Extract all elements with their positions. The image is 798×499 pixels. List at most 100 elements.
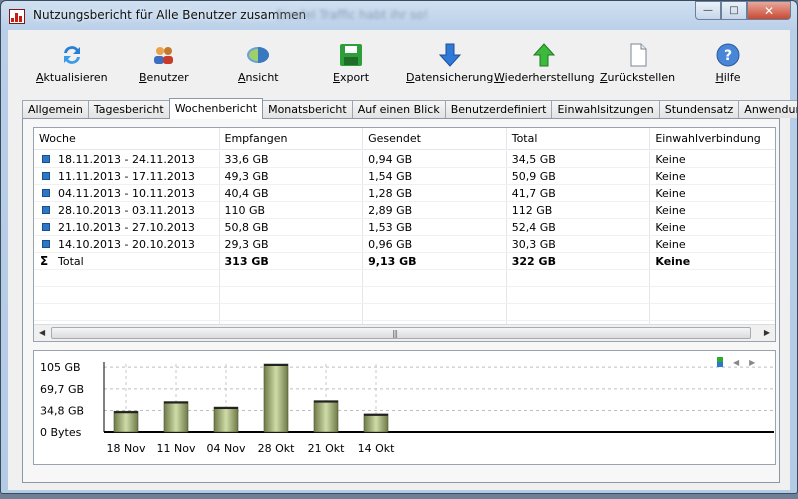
y-tick-label: 0 Bytes [40, 426, 82, 439]
tab-einwahlsitzungen[interactable]: Einwahlsitzungen [551, 100, 660, 118]
scroll-left-icon[interactable]: ◀ [39, 328, 45, 337]
table-row[interactable]: 28.10.2013 - 03.11.2013 110 GB 2,89 GB 1… [34, 202, 775, 219]
empty-row [34, 287, 775, 304]
cell-total-label: Total [58, 255, 84, 268]
column-header-empfangen[interactable]: Empfangen [220, 128, 364, 149]
cell-received: 33,6 GB [220, 151, 364, 167]
cell-sent: 0,96 GB [363, 236, 507, 252]
y-tick-label: 34,8 GB [40, 404, 84, 417]
scroll-thumb[interactable]: ||| [51, 327, 751, 339]
report-tabs: Allgemein Tagesbericht Wochenbericht Mon… [22, 98, 797, 119]
cell-week: 18.11.2013 - 24.11.2013 [58, 153, 195, 166]
users-button[interactable]: Benutzer [139, 42, 189, 84]
bar [363, 413, 389, 433]
cell-dialup: Keine [655, 238, 686, 251]
tab-tagesbericht[interactable]: Tagesbericht [87, 100, 170, 118]
cell-week: 28.10.2013 - 03.11.2013 [58, 204, 195, 217]
table-row[interactable]: 14.10.2013 - 20.10.2013 29,3 GB 0,96 GB … [34, 236, 775, 253]
cell-sent: 1,53 GB [363, 219, 507, 235]
svg-text:?: ? [724, 48, 732, 64]
cell-dialup: Keine [655, 204, 686, 217]
week-icon [42, 189, 50, 197]
bar [313, 400, 339, 433]
cell-dialup: Keine [655, 170, 686, 183]
cell-total-dialup: Keine [655, 255, 691, 268]
chart-prev-icon[interactable]: ◀ [733, 358, 739, 367]
cell-week: 14.10.2013 - 20.10.2013 [58, 238, 195, 251]
app-icon [9, 9, 25, 24]
table-body: 18.11.2013 - 24.11.2013 33,6 GB 0,94 GB … [34, 151, 775, 338]
cell-total-sent: 9,13 GB [363, 253, 507, 269]
restore-button[interactable]: Wiederherstellung [494, 42, 595, 84]
title-bar[interactable]: Nutzungsbericht für Alle Benutzer zusamm… [1, 1, 797, 30]
bar-chart: 0 Bytes 34,8 GB 69,7 GB 105 GB 18 Nov 11 Nov 0… [40, 361, 774, 455]
horizontal-scrollbar[interactable]: ◀ ||| ▶ [34, 324, 775, 341]
reset-icon [630, 43, 647, 67]
tab-monatsbericht[interactable]: Monatsbericht [262, 100, 353, 118]
cell-dialup: Keine [655, 153, 686, 166]
bar-cap [364, 413, 388, 416]
client-area: Aktualisieren Benutzer Ansicht Export Da… [8, 30, 797, 490]
x-tick-label: 11 Nov [157, 442, 196, 455]
scroll-right-icon[interactable]: ▶ [764, 328, 770, 337]
tab-anwendungen[interactable]: Anwendungen [738, 100, 797, 118]
column-header-woche[interactable]: Woche [34, 128, 220, 149]
tab-auf-einen-blick[interactable]: Auf einen Blick [351, 100, 446, 118]
tab-benutzerdefiniert[interactable]: Benutzerdefiniert [444, 100, 553, 118]
table-row[interactable]: 04.11.2013 - 10.11.2013 40,4 GB 1,28 GB … [34, 185, 775, 202]
maximize-button[interactable]: □ [721, 1, 747, 20]
cell-total: 52,4 GB [507, 219, 651, 235]
window-title: Nutzungsbericht für Alle Benutzer zusamm… [33, 8, 307, 22]
tab-wochenbericht[interactable]: Wochenbericht [168, 98, 264, 119]
cell-week: 11.11.2013 - 17.11.2013 [58, 170, 195, 183]
total-row[interactable]: Σ Total 313 GB 9,13 GB 322 GB Keine [34, 253, 775, 270]
cell-sent: 1,28 GB [363, 185, 507, 201]
legend-toggle-icon[interactable] [717, 357, 723, 367]
week-icon [42, 155, 50, 163]
table-row[interactable]: 11.11.2013 - 17.11.2013 49,3 GB 1,54 GB … [34, 168, 775, 185]
y-tick-label: 69,7 GB [40, 383, 84, 396]
cell-total: 50,9 GB [507, 168, 651, 184]
cell-received: 110 GB [220, 202, 364, 218]
bar-cap [114, 411, 138, 414]
backup-button[interactable]: Datensicherung [406, 42, 493, 84]
cell-received: 29,3 GB [220, 236, 364, 252]
toolbar: Aktualisieren Benutzer Ansicht Export Da… [8, 30, 790, 94]
week-icon [42, 223, 50, 231]
x-tick-label: 28 Okt [258, 442, 296, 455]
cell-total: 30,3 GB [507, 236, 651, 252]
view-icon [247, 47, 270, 63]
tab-allgemein[interactable]: Allgemein [22, 100, 89, 118]
column-header-total[interactable]: Total [507, 128, 651, 149]
background-window-title: Eiesfel Traffic habt ihr so! [276, 8, 429, 22]
column-header-einwahlverbindung[interactable]: Einwahlverbindung [650, 128, 775, 149]
reset-button[interactable]: Zurückstellen [600, 42, 675, 84]
export-button[interactable]: Export [333, 42, 369, 84]
cell-dialup: Keine [655, 187, 686, 200]
chart-next-icon[interactable]: ▶ [749, 358, 755, 367]
cell-total-received: 313 GB [220, 253, 364, 269]
table-row[interactable]: 18.11.2013 - 24.11.2013 33,6 GB 0,94 GB … [34, 151, 775, 168]
column-header-gesendet[interactable]: Gesendet [363, 128, 507, 149]
cell-week: 04.11.2013 - 10.11.2013 [58, 187, 195, 200]
weekly-table: Woche Empfangen Gesendet Total Einwahlve… [33, 127, 776, 342]
empty-row [34, 270, 775, 287]
report-window: Nutzungsbericht für Alle Benutzer zusamm… [0, 0, 798, 494]
close-button[interactable]: ✕ [747, 1, 791, 20]
help-button[interactable]: ? Hilfe [715, 42, 741, 84]
view-button[interactable]: Ansicht [238, 42, 279, 84]
x-tick-label: 14 Okt [358, 442, 396, 455]
backup-icon [438, 43, 461, 67]
refresh-button[interactable]: Aktualisieren [36, 42, 108, 84]
minimize-button[interactable]: — [695, 1, 721, 20]
chart-controls: ◀ ▶ [717, 357, 755, 367]
bar [163, 401, 189, 433]
table-row[interactable]: 21.10.2013 - 27.10.2013 50,8 GB 1,53 GB … [34, 219, 775, 236]
cell-received: 49,3 GB [220, 168, 364, 184]
cell-total: 34,5 GB [507, 151, 651, 167]
week-icon [42, 240, 50, 248]
tab-panel: Woche Empfangen Gesendet Total Einwahlve… [22, 118, 780, 483]
tab-stundensatz[interactable]: Stundensatz [658, 100, 740, 118]
cell-sent: 1,54 GB [363, 168, 507, 184]
refresh-icon [63, 46, 80, 64]
